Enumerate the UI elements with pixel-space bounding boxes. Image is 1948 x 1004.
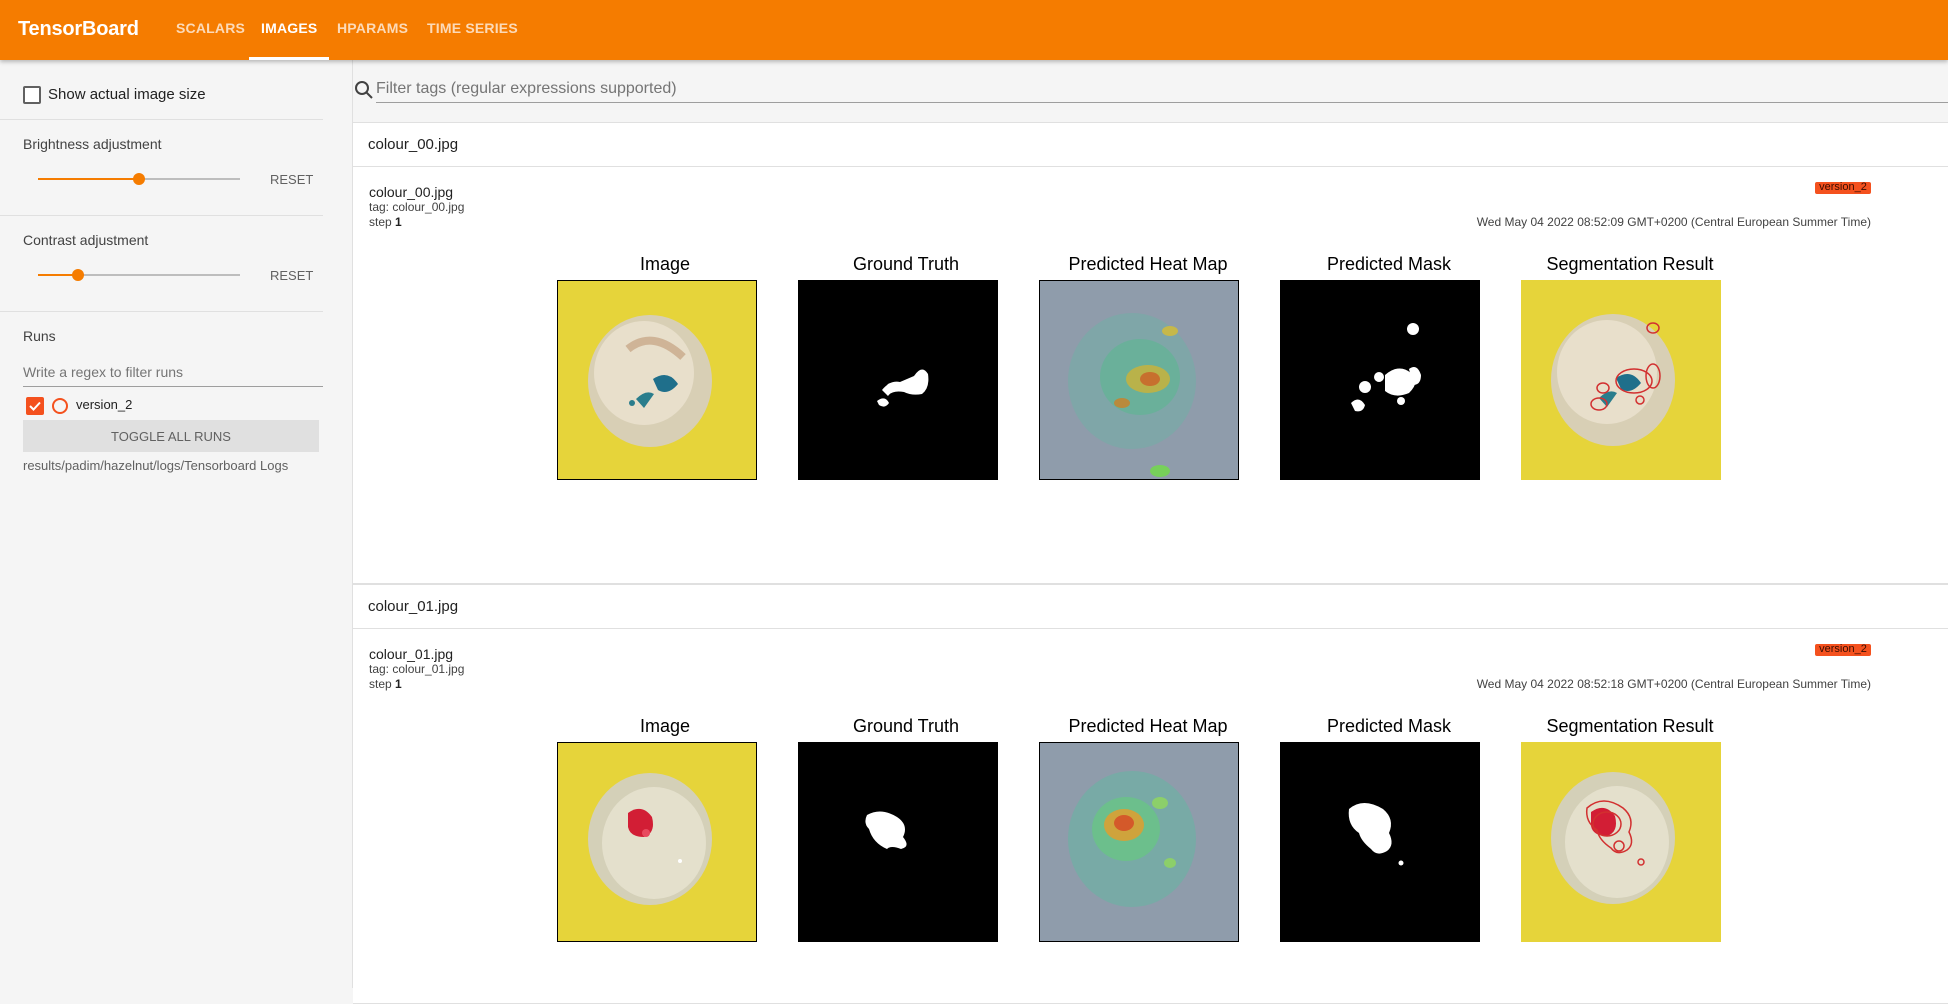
input-image bbox=[557, 742, 757, 942]
sidebar-divider bbox=[0, 119, 323, 120]
image-card: colour_01.jpg colour_01.jpg tag: colour_… bbox=[353, 584, 1948, 1004]
search-icon bbox=[355, 81, 373, 99]
brightness-reset-button[interactable]: RESET bbox=[270, 172, 313, 187]
run-checkbox-version-2[interactable] bbox=[26, 397, 44, 415]
input-image bbox=[557, 280, 757, 480]
runs-filter-input[interactable] bbox=[23, 358, 323, 387]
segmentation-result bbox=[1521, 742, 1721, 942]
tab-scalars[interactable]: SCALARS bbox=[164, 0, 257, 60]
panel-title-segmentation: Segmentation Result bbox=[1546, 716, 1714, 736]
ground-truth-mask bbox=[798, 280, 998, 480]
runs-title: Runs bbox=[23, 328, 56, 344]
timestamp: Wed May 04 2022 08:52:09 GMT+0200 (Centr… bbox=[1476, 215, 1871, 229]
tab-time-series[interactable]: TIME SERIES bbox=[415, 0, 530, 60]
run-label-version-2[interactable]: version_2 bbox=[76, 397, 132, 412]
segmentation-result bbox=[1521, 280, 1721, 480]
tag-filter-input[interactable] bbox=[376, 76, 1948, 103]
card-header-title: colour_01.jpg bbox=[368, 598, 459, 615]
panel-title-ground-truth: Ground Truth bbox=[852, 254, 960, 274]
timestamp: Wed May 04 2022 08:52:18 GMT+0200 (Centr… bbox=[1476, 677, 1871, 691]
panel-title-heat-map: Predicted Heat Map bbox=[1068, 254, 1228, 274]
predicted-heat-map bbox=[1039, 742, 1239, 942]
panel-title-segmentation: Segmentation Result bbox=[1546, 254, 1714, 274]
sidebar: Show actual image size Brightness adjust… bbox=[0, 60, 353, 988]
image-name: colour_00.jpg bbox=[369, 184, 454, 200]
brightness-slider-fill bbox=[38, 178, 139, 180]
image-tag: tag: colour_00.jpg bbox=[369, 200, 465, 214]
tab-images[interactable]: IMAGES bbox=[249, 0, 330, 60]
panel-title-ground-truth: Ground Truth bbox=[852, 716, 960, 736]
top-app-bar: TensorBoard SCALARS IMAGES HPARAMS TIME … bbox=[0, 0, 1948, 60]
contrast-label: Contrast adjustment bbox=[23, 232, 149, 248]
run-badge: version_2 bbox=[1815, 644, 1871, 656]
image-card: colour_00.jpg colour_00.jpg tag: colour_… bbox=[353, 122, 1948, 584]
card-header-title: colour_00.jpg bbox=[368, 136, 459, 153]
panel-title-predicted-mask: Predicted Mask bbox=[1326, 716, 1452, 736]
brightness-label: Brightness adjustment bbox=[23, 136, 162, 152]
predicted-mask bbox=[1280, 742, 1480, 942]
image-name: colour_01.jpg bbox=[369, 646, 454, 662]
brand-title[interactable]: TensorBoard bbox=[18, 18, 139, 41]
panel-title-image: Image bbox=[639, 254, 691, 274]
brightness-slider-thumb[interactable] bbox=[133, 173, 145, 185]
sidebar-divider bbox=[0, 311, 323, 312]
tab-hparams[interactable]: HPARAMS bbox=[325, 0, 420, 60]
sidebar-divider bbox=[0, 215, 323, 216]
panel-title-predicted-mask: Predicted Mask bbox=[1326, 254, 1452, 274]
run-badge: version_2 bbox=[1815, 182, 1871, 194]
predicted-mask bbox=[1280, 280, 1480, 480]
predicted-heat-map bbox=[1039, 280, 1239, 480]
run-color-circle[interactable] bbox=[52, 398, 68, 414]
contrast-reset-button[interactable]: RESET bbox=[270, 268, 313, 283]
logdir-path: results/padim/hazelnut/logs/Tensorboard … bbox=[23, 458, 289, 473]
toggle-all-runs-button[interactable]: TOGGLE ALL RUNS bbox=[23, 420, 319, 452]
check-icon bbox=[29, 401, 41, 411]
panel-title-image: Image bbox=[639, 716, 691, 736]
ground-truth-mask bbox=[798, 742, 998, 942]
show-actual-size-checkbox[interactable] bbox=[23, 86, 41, 104]
card-header[interactable]: colour_01.jpg bbox=[353, 585, 1948, 629]
image-step: step 1 bbox=[369, 677, 402, 691]
panel-title-heat-map: Predicted Heat Map bbox=[1068, 716, 1228, 736]
image-tag: tag: colour_01.jpg bbox=[369, 662, 465, 676]
image-step: step 1 bbox=[369, 215, 402, 229]
contrast-slider-thumb[interactable] bbox=[72, 269, 85, 281]
show-actual-size-label[interactable]: Show actual image size bbox=[48, 86, 206, 103]
card-header[interactable]: colour_00.jpg bbox=[353, 123, 1948, 167]
